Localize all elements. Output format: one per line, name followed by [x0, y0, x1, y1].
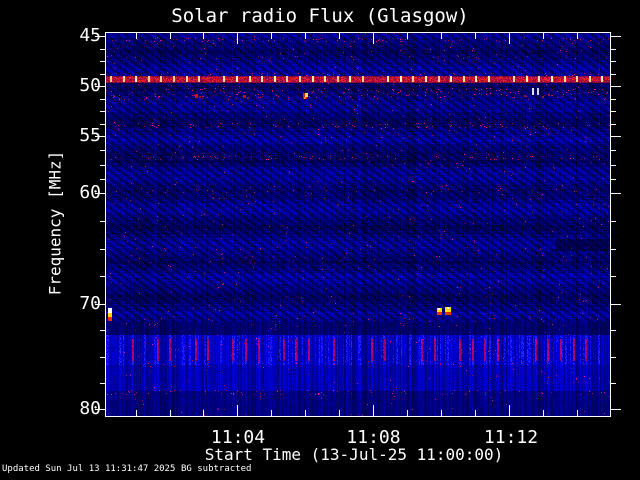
y-axis-tick [611, 304, 621, 305]
y-axis-tick [611, 179, 616, 180]
x-axis-tick [305, 33, 306, 39]
x-axis-tick [170, 410, 171, 416]
spectrogram-plot [105, 32, 611, 417]
y-axis-tick [100, 61, 105, 62]
x-axis-tick [339, 33, 340, 39]
x-axis-tick [407, 33, 408, 39]
y-tick-label: 60 [79, 182, 101, 203]
y-axis-tick [611, 409, 621, 410]
footer-bg-subtracted-note: BG subtracted [181, 464, 252, 474]
x-axis-tick [373, 33, 374, 44]
y-axis-tick [611, 150, 616, 151]
y-axis-tick [611, 99, 616, 100]
y-axis-tick [100, 111, 105, 112]
y-axis-tick [100, 165, 105, 166]
y-axis-tick [611, 276, 616, 277]
y-axis-tick [611, 36, 621, 37]
footer-updated-timestamp: Updated Sun Jul 13 11:31:47 2025 [2, 464, 176, 474]
y-tick-label: 70 [79, 293, 101, 314]
x-axis-tick [305, 410, 306, 416]
x-axis-tick [441, 410, 442, 416]
x-axis-tick [271, 410, 272, 416]
y-axis-tick [100, 221, 105, 222]
x-tick-label: 11:08 [346, 427, 401, 448]
y-axis-tick [100, 49, 105, 50]
x-axis-tick [577, 410, 578, 416]
y-axis-title: Frequency [MHz] [45, 150, 65, 296]
y-axis-tick [100, 330, 105, 331]
x-tick-label: 11:04 [210, 427, 266, 448]
y-axis-tick [611, 383, 616, 384]
x-axis-tick [509, 33, 510, 44]
y-axis-tick [611, 221, 616, 222]
y-axis-tick [100, 276, 105, 277]
y-axis-tick [611, 165, 616, 166]
y-axis-tick [611, 111, 616, 112]
y-axis-tick [100, 383, 105, 384]
x-axis-tick [237, 33, 238, 44]
y-tick-label: 50 [79, 75, 101, 96]
x-axis-tick [543, 33, 544, 39]
x-axis-tick [509, 405, 510, 416]
x-axis-tick [339, 410, 340, 416]
y-axis-tick [611, 86, 621, 87]
x-axis-tick [475, 33, 476, 39]
y-axis-tick [100, 150, 105, 151]
y-axis-tick [611, 74, 616, 75]
y-axis-tick [611, 61, 616, 62]
x-axis-tick [136, 410, 137, 416]
y-axis-tick [100, 179, 105, 180]
y-axis-tick [100, 357, 105, 358]
x-tick-label: 11:12 [483, 427, 539, 448]
y-axis-tick [611, 193, 621, 194]
x-axis-tick [170, 33, 171, 39]
spectrogram-page: { "footer": { "updated": "Updated Sun Ju… [0, 0, 640, 480]
x-axis-tick [203, 33, 204, 39]
y-axis-tick [611, 357, 616, 358]
y-axis-tick [100, 99, 105, 100]
x-axis-tick [136, 33, 137, 39]
x-axis-tick [271, 33, 272, 39]
x-axis-tick [237, 405, 238, 416]
y-axis-tick [100, 249, 105, 250]
y-axis-tick [611, 249, 616, 250]
x-axis-tick [543, 410, 544, 416]
y-axis-tick [611, 136, 621, 137]
x-axis-tick [203, 410, 204, 416]
y-tick-label: 80 [79, 398, 101, 419]
y-tick-label: 45 [79, 25, 101, 46]
y-axis-tick [611, 49, 616, 50]
y-axis-tick [611, 330, 616, 331]
page-title: Solar radio Flux (Glasgow) [171, 5, 469, 27]
x-axis-tick [475, 410, 476, 416]
x-axis-tick [373, 405, 374, 416]
x-axis-tick [407, 410, 408, 416]
x-axis-tick [577, 33, 578, 39]
y-tick-label: 55 [79, 125, 101, 146]
spectrogram-canvas [106, 33, 610, 416]
y-axis-tick [611, 124, 616, 125]
x-axis-tick [441, 33, 442, 39]
